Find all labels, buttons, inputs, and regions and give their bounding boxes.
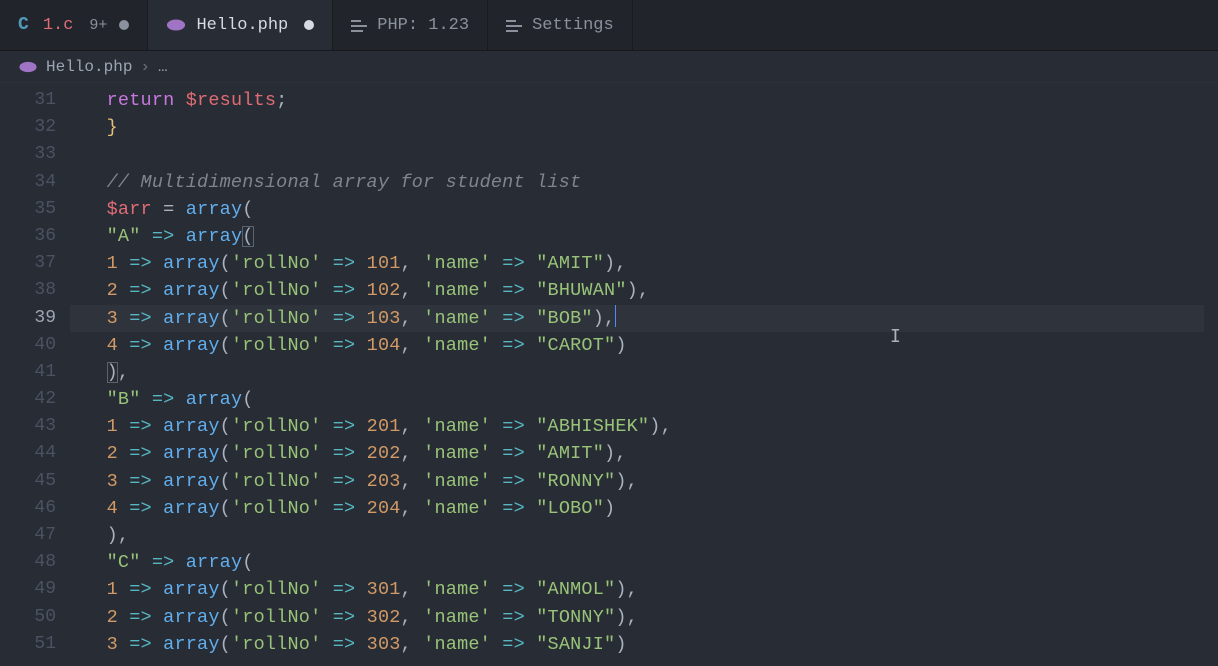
breadcrumb-trail: …: [158, 58, 168, 76]
code-line[interactable]: 1 => array('rollNo' => 101, 'name' => "A…: [70, 250, 1218, 277]
line-number: 44: [0, 440, 70, 467]
code-line[interactable]: 2 => array('rollNo' => 202, 'name' => "A…: [70, 440, 1218, 467]
line-number-gutter: 3132333435363738394041424344454647484950…: [0, 83, 70, 666]
code-line[interactable]: "B" => array(: [70, 386, 1218, 413]
tab-1c[interactable]: C 1.c 9+: [0, 0, 148, 50]
code-line[interactable]: 4 => array('rollNo' => 104, 'name' => "C…: [70, 332, 1218, 359]
line-number: 37: [0, 250, 70, 277]
line-number: 32: [0, 114, 70, 141]
code-line[interactable]: 2 => array('rollNo' => 302, 'name' => "T…: [70, 604, 1218, 631]
line-number: 49: [0, 576, 70, 603]
code-line[interactable]: return $results;: [70, 87, 1218, 114]
tab-badge: 9+: [89, 17, 107, 34]
line-number: 47: [0, 522, 70, 549]
line-number: 36: [0, 223, 70, 250]
tab-label: PHP: 1.23: [377, 16, 469, 35]
code-line[interactable]: 3 => array('rollNo' => 203, 'name' => "R…: [70, 468, 1218, 495]
code-line[interactable]: ),: [70, 522, 1218, 549]
tab-label: 1.c: [43, 16, 74, 35]
code-line[interactable]: ),: [70, 359, 1218, 386]
line-number: 42: [0, 386, 70, 413]
line-number: 45: [0, 468, 70, 495]
code-line[interactable]: // Multidimensional array for student li…: [70, 169, 1218, 196]
code-line[interactable]: "C" => array(: [70, 549, 1218, 576]
line-number: 48: [0, 549, 70, 576]
line-number: 39: [0, 305, 70, 332]
code-line[interactable]: 4 => array('rollNo' => 204, 'name' => "L…: [70, 495, 1218, 522]
vertical-scrollbar[interactable]: [1204, 83, 1218, 666]
code-line[interactable]: 1 => array('rollNo' => 201, 'name' => "A…: [70, 413, 1218, 440]
c-file-icon: C: [18, 15, 29, 35]
breadcrumb[interactable]: Hello.php › …: [0, 51, 1218, 83]
tab-settings[interactable]: Settings: [488, 0, 633, 50]
code-line[interactable]: 1 => array('rollNo' => 301, 'name' => "A…: [70, 576, 1218, 603]
code-line[interactable]: 3 => array('rollNo' => 103, 'name' => "B…: [70, 305, 1218, 332]
line-number: 43: [0, 413, 70, 440]
code-line[interactable]: $arr = array(: [70, 196, 1218, 223]
tab-hello-php[interactable]: Hello.php: [148, 0, 333, 50]
php-file-icon: [166, 18, 186, 32]
line-number: 38: [0, 277, 70, 304]
line-number: 34: [0, 169, 70, 196]
dirty-dot-icon: [119, 20, 129, 30]
code-line[interactable]: 2 => array('rollNo' => 102, 'name' => "B…: [70, 277, 1218, 304]
code-line[interactable]: }: [70, 114, 1218, 141]
lines-icon: [506, 18, 522, 32]
tab-label: Hello.php: [196, 16, 288, 35]
line-number: 50: [0, 604, 70, 631]
line-number: 41: [0, 359, 70, 386]
line-number: 51: [0, 631, 70, 658]
lines-icon: [351, 18, 367, 32]
code-line[interactable]: "A" => array(: [70, 223, 1218, 250]
tab-php-version[interactable]: PHP: 1.23: [333, 0, 488, 50]
line-number: 31: [0, 87, 70, 114]
dirty-dot-icon: [304, 20, 314, 30]
code-line[interactable]: [70, 141, 1218, 168]
editor[interactable]: 3132333435363738394041424344454647484950…: [0, 83, 1218, 666]
breadcrumb-file: Hello.php: [46, 58, 132, 76]
line-number: 46: [0, 495, 70, 522]
line-number: 35: [0, 196, 70, 223]
tab-bar: C 1.c 9+ Hello.php PHP: 1.23 Settings: [0, 0, 1218, 51]
chevron-right-icon: ›: [140, 58, 150, 76]
tab-label: Settings: [532, 16, 614, 35]
code-line[interactable]: 3 => array('rollNo' => 303, 'name' => "S…: [70, 631, 1218, 658]
line-number: 33: [0, 141, 70, 168]
php-file-icon: [18, 61, 38, 73]
line-number: 40: [0, 332, 70, 359]
code-area[interactable]: return $results; } // Multidimensional a…: [70, 83, 1218, 666]
